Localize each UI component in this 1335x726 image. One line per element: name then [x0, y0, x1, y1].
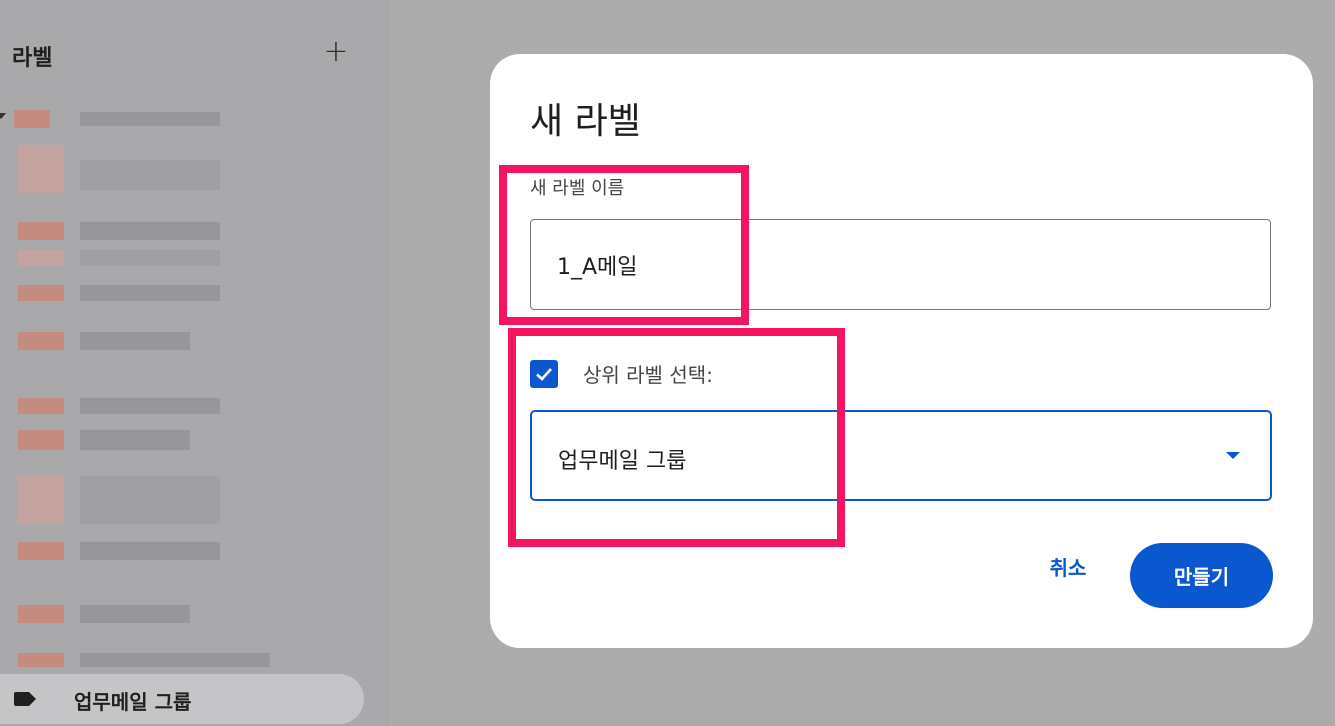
new-label-dialog: 새 라벨 새 라벨 이름 1_A메일 상위 라벨 선택: 업무메일 그룹 취소 …: [490, 54, 1313, 648]
parent-label-select[interactable]: 업무메일 그룹: [530, 410, 1272, 501]
parent-label-checkbox[interactable]: [530, 360, 558, 388]
sidebar: 라벨 + 업무메일 그룹: [0, 0, 390, 726]
sidebar-item-label: 업무메일 그룹: [74, 690, 192, 714]
label-name-input[interactable]: 1_A메일: [530, 219, 1271, 310]
cancel-button[interactable]: 취소: [1030, 544, 1106, 588]
parent-label-select-value: 업무메일 그룹: [558, 449, 687, 474]
checkmark-icon: [536, 368, 552, 381]
sidebar-title: 라벨: [12, 46, 53, 71]
sidebar-item-work-mail-group[interactable]: 업무메일 그룹: [0, 674, 364, 724]
plus-icon[interactable]: +: [318, 33, 354, 69]
dropdown-arrow-icon: [1226, 452, 1240, 459]
label-tag-icon: [14, 692, 36, 706]
parent-label-checkbox-label: 상위 라벨 선택:: [583, 363, 713, 387]
label-name-field-label: 새 라벨 이름: [530, 178, 625, 199]
create-button[interactable]: 만들기: [1130, 543, 1273, 608]
dialog-title: 새 라벨: [530, 101, 641, 142]
expand-arrow-icon[interactable]: [0, 113, 6, 119]
